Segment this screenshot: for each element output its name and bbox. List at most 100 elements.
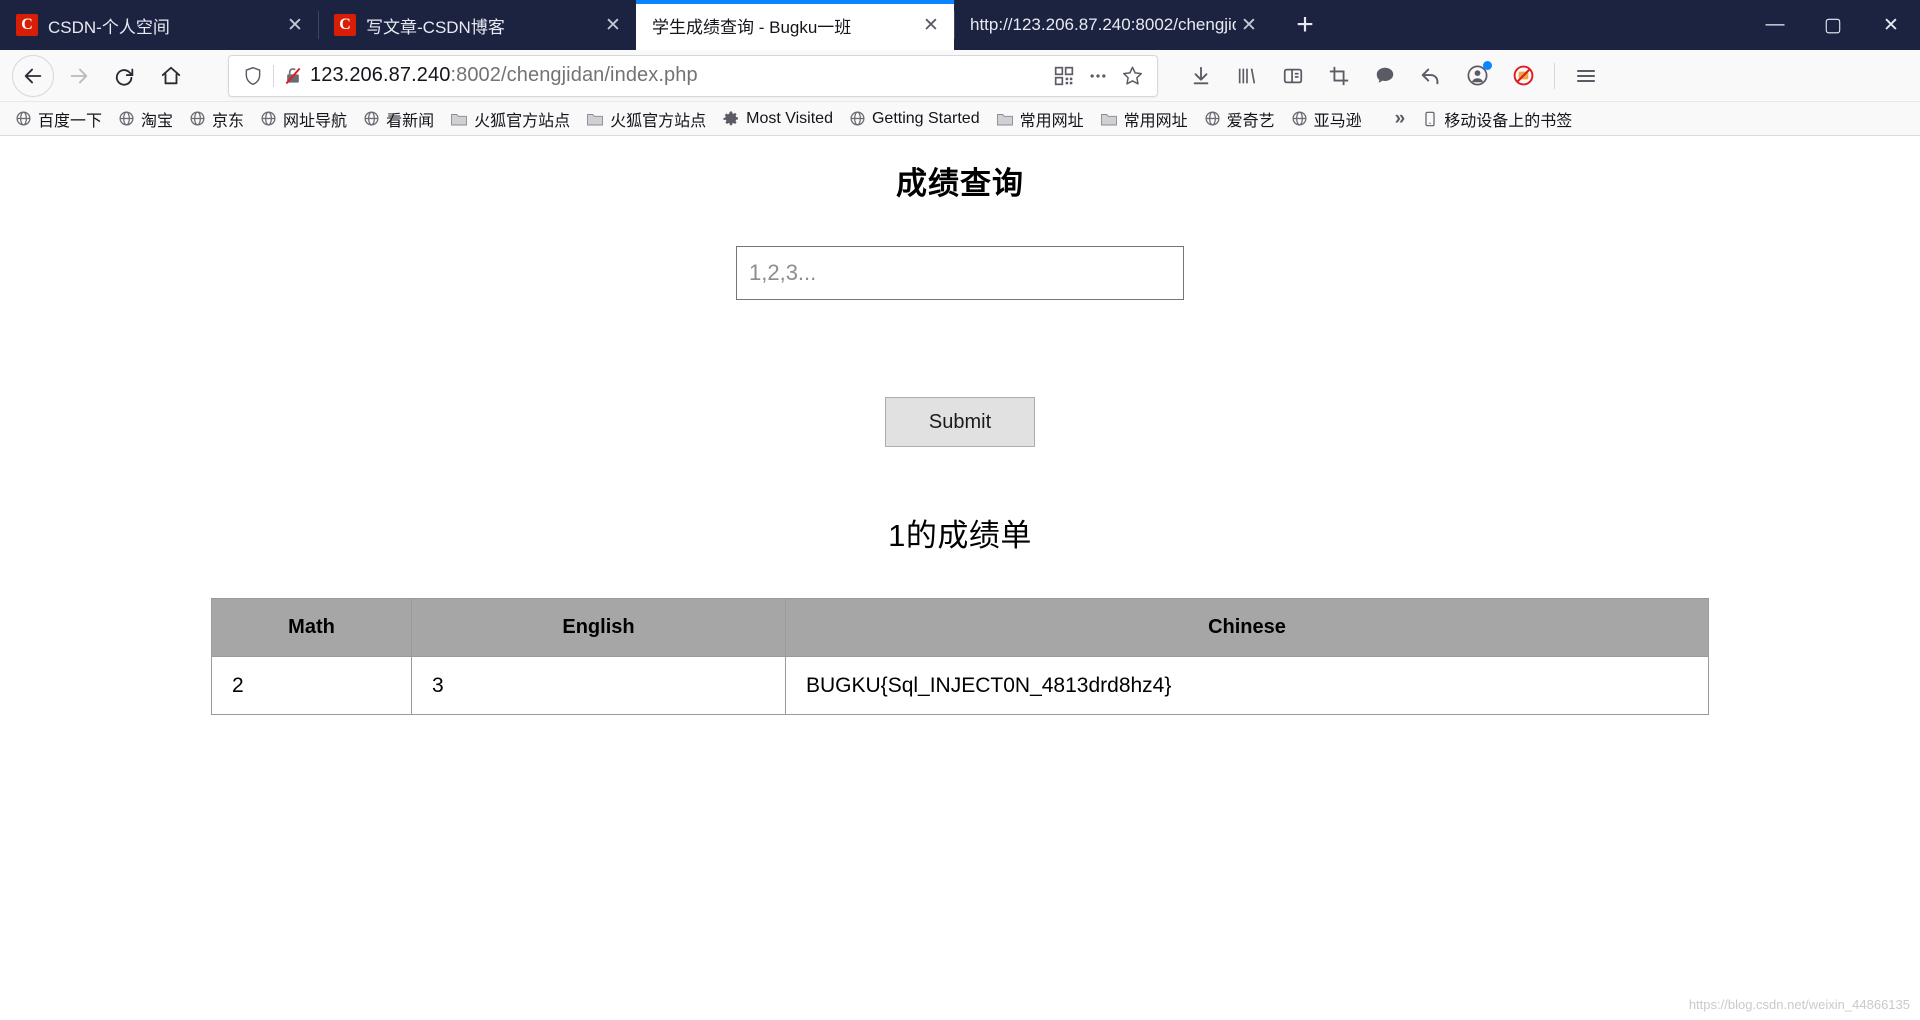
bookmark-amazon[interactable]: 亚马逊 [1284, 105, 1369, 133]
screenshot-icon[interactable] [1316, 53, 1362, 99]
cell-english: 3 [411, 656, 786, 715]
star-icon[interactable] [1115, 59, 1149, 93]
url-divider [273, 64, 274, 87]
watermark: https://blog.csdn.net/weixin_44866135 [1688, 997, 1910, 1012]
toolbar-icons [1178, 53, 1609, 99]
score-table: Math English Chinese 2 3 BUGKU{Sql_INJEC… [211, 598, 1709, 715]
shield-icon[interactable] [239, 66, 267, 86]
folder-icon [586, 110, 604, 128]
undo-icon[interactable] [1408, 53, 1454, 99]
bookmark-common-sites-2[interactable]: 常用网址 [1093, 105, 1195, 133]
url-text[interactable]: 123.206.87.240:8002/chengjidan/index.php [306, 64, 1047, 87]
bookmark-label: 看新闻 [386, 112, 435, 130]
globe-icon [189, 110, 206, 127]
submit-row: Submit [0, 397, 1920, 447]
account-notification-badge [1483, 60, 1492, 70]
tab-title: CSDN-个人空间 [48, 17, 170, 37]
globe-icon [849, 110, 866, 127]
ellipsis-icon[interactable] [1081, 59, 1115, 93]
maximize-icon[interactable]: ▢ [1804, 0, 1862, 50]
menu-icon[interactable] [1563, 53, 1609, 99]
close-icon[interactable]: ✕ [600, 12, 626, 38]
globe-icon [15, 110, 32, 127]
close-icon[interactable]: ✕ [282, 12, 308, 38]
close-icon[interactable]: ✕ [918, 12, 944, 38]
bookmark-baidu[interactable]: 百度一下 [8, 105, 109, 133]
url-host: 123.206.87.240 [310, 64, 451, 86]
tab-csdn-write-article[interactable]: C 写文章-CSDN博客 ✕ [318, 0, 636, 50]
tab-chengjidan-url[interactable]: http://123.206.87.240:8002/chengjidan/in… [954, 0, 1272, 50]
downloads-icon[interactable] [1178, 53, 1224, 99]
sidebar-icon[interactable] [1270, 53, 1316, 99]
url-path: :8002/chengjidan/index.php [450, 64, 698, 86]
bookmarks-overflow-icon[interactable]: » [1385, 108, 1416, 130]
bookmark-label: 常用网址 [1019, 112, 1084, 130]
qr-code-icon[interactable] [1047, 59, 1081, 93]
gear-icon [722, 110, 740, 128]
cell-math: 2 [211, 656, 412, 715]
bookmark-label: 百度一下 [38, 112, 103, 130]
account-icon[interactable] [1454, 53, 1500, 99]
bookmark-common-sites-1[interactable]: 常用网址 [989, 105, 1091, 133]
bookmark-firefox-official-1[interactable]: 火狐官方站点 [443, 105, 577, 133]
tab-title: 写文章-CSDN博客 [366, 17, 505, 37]
home-icon[interactable] [150, 55, 192, 97]
back-icon[interactable] [12, 54, 54, 97]
folder-icon [1100, 110, 1118, 128]
globe-icon [1204, 110, 1221, 127]
folder-icon [996, 110, 1014, 128]
bookmark-label: 京东 [212, 112, 245, 130]
new-tab-button[interactable]: + [1282, 2, 1328, 48]
bookmark-label: 网址导航 [283, 112, 348, 130]
bookmark-iqiyi[interactable]: 爱奇艺 [1197, 105, 1282, 133]
bookmark-label: 爱奇艺 [1226, 112, 1275, 130]
globe-icon [118, 110, 135, 127]
tab-student-score-query[interactable]: 学生成绩查询 - Bugku一班 ✕ [636, 0, 954, 50]
minimize-icon[interactable]: — [1746, 0, 1804, 50]
bookmark-news[interactable]: 看新闻 [356, 105, 441, 133]
tab-csdn-personal-space[interactable]: C CSDN-个人空间 ✕ [0, 0, 318, 50]
page-title: 成绩查询 [896, 166, 1024, 201]
column-header-math: Math [211, 598, 412, 657]
bookmark-label: 淘宝 [141, 112, 174, 130]
blocker-icon[interactable] [1500, 53, 1546, 99]
bookmarks-bar: 百度一下 淘宝 京东 网址导航 看新闻 火狐官方站点 火狐官方站点 Most V… [0, 102, 1920, 136]
bookmark-label: 移动设备上的书签 [1444, 112, 1573, 130]
column-header-english: English [411, 598, 786, 657]
bookmark-taobao[interactable]: 淘宝 [111, 105, 180, 133]
bookmark-label: 亚马逊 [1313, 112, 1362, 130]
reload-icon[interactable] [104, 55, 146, 97]
table-body: 2 3 BUGKU{Sql_INJECT0N_4813drd8hz4} [211, 656, 1709, 715]
csdn-icon: C [334, 14, 356, 36]
window-controls: — ▢ ✕ [1746, 0, 1920, 50]
tab-title: 学生成绩查询 - Bugku一班 [652, 17, 852, 37]
url-bar[interactable]: 123.206.87.240:8002/chengjidan/index.php [228, 54, 1158, 97]
bookmark-most-visited[interactable]: Most Visited [715, 108, 840, 130]
result-title: 1的成绩单 [888, 518, 1032, 553]
submit-button[interactable]: Submit [885, 397, 1035, 447]
bookmark-firefox-official-2[interactable]: 火狐官方站点 [579, 105, 713, 133]
search-input[interactable] [736, 246, 1184, 300]
csdn-icon: C [16, 14, 38, 36]
navigation-toolbar: 123.206.87.240:8002/chengjidan/index.php [0, 50, 1920, 102]
bookmark-nav[interactable]: 网址导航 [253, 105, 354, 133]
tab-title: http://123.206.87.240:8002/chengjidan/in… [970, 15, 1236, 34]
bookmark-label: 火狐官方站点 [610, 112, 707, 130]
globe-icon [260, 110, 277, 127]
globe-icon [363, 110, 380, 127]
bookmark-label: Getting Started [871, 109, 980, 127]
bookmark-getting-started[interactable]: Getting Started [842, 108, 987, 130]
library-icon[interactable] [1224, 53, 1270, 99]
broken-lock-icon[interactable] [280, 66, 306, 86]
column-header-chinese: Chinese [785, 598, 1709, 657]
close-icon[interactable]: ✕ [1236, 12, 1262, 38]
window-close-icon[interactable]: ✕ [1862, 0, 1920, 50]
bookmark-mobile-bookmarks[interactable]: 移动设备上的书签 [1415, 105, 1579, 133]
cell-chinese: BUGKU{Sql_INJECT0N_4813drd8hz4} [785, 656, 1709, 715]
bookmark-label: 常用网址 [1123, 112, 1188, 130]
bookmark-jd[interactable]: 京东 [182, 105, 251, 133]
bookmark-label: 火狐官方站点 [474, 112, 571, 130]
browser-window: C CSDN-个人空间 ✕ C 写文章-CSDN博客 ✕ 学生成绩查询 - Bu… [0, 0, 1920, 1020]
tab-strip: C CSDN-个人空间 ✕ C 写文章-CSDN博客 ✕ 学生成绩查询 - Bu… [0, 0, 1920, 50]
pocket-icon[interactable] [1362, 53, 1408, 99]
